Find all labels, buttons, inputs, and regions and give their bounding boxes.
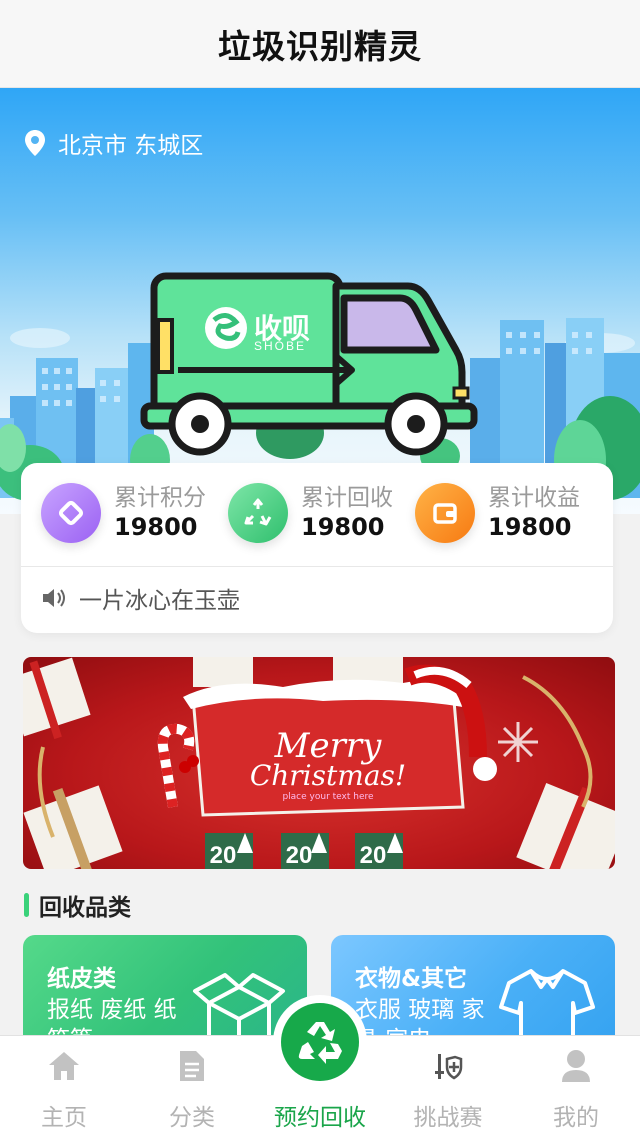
sword-shield-icon: [428, 1046, 468, 1086]
stat-value: 19800: [301, 513, 385, 541]
home-icon: [44, 1046, 84, 1086]
stat-earnings[interactable]: 累计收益 19800: [415, 483, 580, 543]
category-title: 衣物&其它: [355, 966, 468, 992]
truck-brand-en: SHOBE: [254, 339, 306, 353]
stat-label: 累计回收: [301, 485, 393, 511]
tab-profile[interactable]: 我的: [512, 1036, 640, 1136]
wallet-icon: [415, 483, 475, 543]
location-text: 北京市 东城区: [58, 133, 204, 159]
stat-value: 19800: [114, 513, 198, 541]
recycle-icon: [228, 483, 288, 543]
section-accent-bar: [24, 893, 29, 917]
banner-line2: Christmas!: [250, 759, 406, 792]
section-title: 回收品类: [39, 895, 131, 921]
notice-text: 一片冰心在玉壶: [79, 588, 240, 614]
location-selector[interactable]: 北京市 东城区: [24, 126, 203, 160]
stat-label: 累计积分: [114, 485, 206, 511]
tab-label: 预约回收: [274, 1105, 366, 1131]
book-recycle-button[interactable]: [273, 995, 367, 1089]
tab-label: 分类: [169, 1105, 215, 1131]
stat-label: 累计收益: [488, 485, 580, 511]
tab-label: 挑战赛: [413, 1105, 483, 1131]
stats-card: 累计积分 19800 累计回收 19800 累计收益 19800 一片冰心在玉壶: [21, 463, 613, 633]
diamond-icon: [41, 483, 101, 543]
location-pin-icon: [25, 130, 45, 156]
divider: [21, 566, 613, 567]
tab-label: 我的: [553, 1105, 599, 1131]
user-icon: [556, 1046, 596, 1086]
hero-section: 收呗 SHOBE 北京市 东城区: [0, 88, 640, 514]
banner-tag: 20: [286, 842, 313, 869]
christmas-banner-image: Merry Christmas! place your text here 20…: [23, 657, 615, 869]
tab-category[interactable]: 分类: [128, 1036, 256, 1136]
banner-tag: 20: [210, 842, 237, 869]
stats-row: 累计积分 19800 累计回收 19800 累计收益 19800: [21, 463, 613, 567]
tab-challenge[interactable]: 挑战赛: [384, 1036, 512, 1136]
app-page: 垃圾识别精灵 收呗 SHOBE 北京市 东城区 累计积分 19800 累计回收 …: [0, 0, 640, 1136]
stat-value: 19800: [488, 513, 572, 541]
recycle-icon: [281, 1003, 359, 1081]
notice-bar[interactable]: 一片冰心在玉壶: [41, 581, 240, 615]
promo-banner[interactable]: Merry Christmas! place your text here 20…: [23, 657, 615, 869]
tab-home[interactable]: 主页: [0, 1036, 128, 1136]
page-title: 垃圾识别精灵: [218, 26, 422, 66]
speaker-icon: [43, 589, 65, 607]
tab-label: 主页: [41, 1105, 87, 1131]
banner-tag: 20: [360, 842, 387, 869]
document-icon: [172, 1046, 212, 1086]
section-header: 回收品类: [24, 888, 131, 922]
stat-points[interactable]: 累计积分 19800: [41, 483, 206, 543]
navbar: 垃圾识别精灵: [0, 0, 640, 88]
category-title: 纸皮类: [47, 966, 116, 992]
stat-recycle[interactable]: 累计回收 19800: [228, 483, 393, 543]
banner-line3: place your text here: [282, 792, 374, 802]
